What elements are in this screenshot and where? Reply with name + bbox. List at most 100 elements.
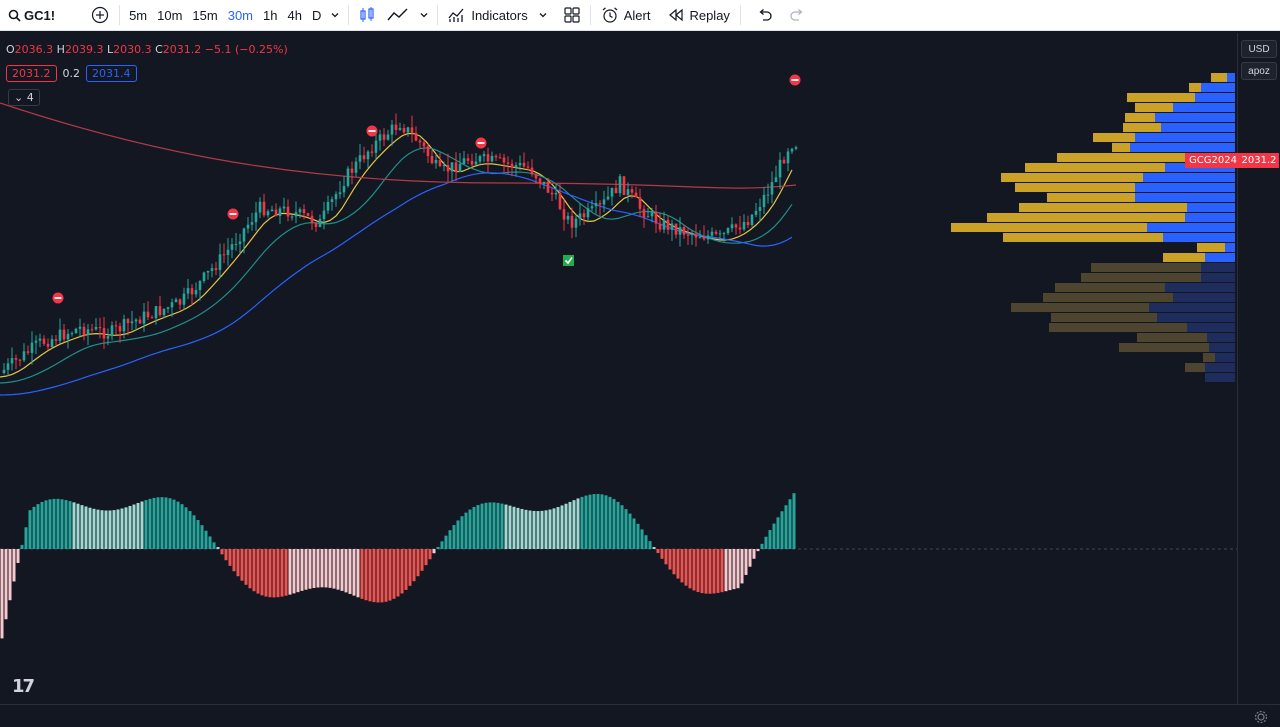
volume-profile-down-bar <box>1043 293 1173 302</box>
histogram-bar <box>492 502 496 549</box>
candle-body <box>298 209 302 213</box>
histogram-bar <box>612 499 616 549</box>
histogram-bar <box>320 549 324 588</box>
candle-body <box>34 340 38 343</box>
volume-profile-up-bar <box>1187 203 1235 212</box>
candle-body <box>758 207 762 211</box>
candle-body <box>446 165 450 172</box>
redo-button[interactable] <box>783 0 811 31</box>
candle-body <box>674 223 678 235</box>
indicator-value-3: 2031.4 <box>86 65 137 82</box>
candle-body <box>770 182 774 195</box>
histogram-bar <box>16 549 20 563</box>
layout-button[interactable] <box>558 0 586 31</box>
drawing-tools-button[interactable] <box>381 0 415 31</box>
candle-body <box>750 214 754 226</box>
histogram-bar <box>768 530 772 549</box>
candle-body <box>222 254 226 256</box>
indicators-dropdown[interactable] <box>534 0 552 31</box>
candle-body <box>6 363 10 370</box>
histogram-bar <box>720 549 724 593</box>
candle-body <box>82 326 86 336</box>
volume-profile-up-bar <box>1227 73 1235 82</box>
candle-body <box>330 199 334 203</box>
histogram-bar <box>728 549 732 591</box>
candle-body <box>434 160 438 164</box>
candle-body <box>342 186 346 193</box>
candle-body <box>754 210 758 215</box>
histogram-bar <box>692 549 696 591</box>
volume-profile-up-bar <box>1149 303 1235 312</box>
price-chart[interactable] <box>0 33 1237 705</box>
candle-body <box>542 181 546 184</box>
histogram-bar <box>732 549 736 590</box>
candle-body <box>362 155 366 160</box>
collapse-indicators-button[interactable]: ⌄ 4 <box>8 89 40 106</box>
interval-d[interactable]: D <box>307 0 326 31</box>
interval-1h[interactable]: 1h <box>258 0 282 31</box>
candle-body <box>150 317 154 319</box>
interval-15m[interactable]: 15m <box>187 0 222 31</box>
histogram-bar <box>708 549 712 594</box>
scale-mode-button[interactable]: apoz <box>1241 62 1277 80</box>
tradingview-logo[interactable]: 17 <box>12 676 35 697</box>
histogram-bar <box>484 502 488 549</box>
interval-4h[interactable]: 4h <box>282 0 306 31</box>
candle-body <box>38 338 42 341</box>
candle-body <box>554 192 558 195</box>
currency-button[interactable]: USD <box>1241 40 1277 58</box>
histogram-bar <box>168 498 172 549</box>
histogram-bar <box>432 549 436 554</box>
interval-10m[interactable]: 10m <box>152 0 187 31</box>
histogram-bar <box>776 517 780 549</box>
candle-body <box>430 155 434 164</box>
histogram-bar <box>276 549 280 598</box>
symbol-search[interactable]: GC1! <box>0 0 61 31</box>
volume-profile-down-bar <box>1127 93 1195 102</box>
candle-body <box>714 231 718 234</box>
candle-body <box>762 194 766 208</box>
chart-pane[interactable] <box>0 33 1237 705</box>
indicator-value-2: 0.2 <box>62 67 81 80</box>
indicators-button[interactable]: Indicators <box>442 0 533 31</box>
chart-type-button[interactable] <box>353 0 381 31</box>
price-scale[interactable] <box>1237 33 1280 705</box>
drawing-tools-dropdown[interactable] <box>415 0 433 31</box>
interval-5m[interactable]: 5m <box>124 0 152 31</box>
interval-30m[interactable]: 30m <box>223 0 258 31</box>
volume-profile-up-bar <box>1201 273 1235 282</box>
candle-body <box>522 162 526 167</box>
candle-body <box>46 343 50 347</box>
candle-body <box>410 127 414 133</box>
candle-body <box>102 328 106 339</box>
histogram-bar <box>80 505 84 549</box>
alert-button[interactable]: Alert <box>595 0 657 31</box>
histogram-bar <box>160 497 164 549</box>
histogram-bar <box>288 549 292 595</box>
volume-profile-down-bar <box>1091 263 1201 272</box>
histogram-bar <box>64 500 68 549</box>
compare-symbol-button[interactable] <box>85 0 115 31</box>
settings-gear-icon[interactable] <box>1254 710 1268 724</box>
candle-body <box>794 147 798 149</box>
histogram-bar <box>632 518 636 549</box>
candle-body <box>302 209 306 214</box>
histogram-bar <box>148 498 152 549</box>
histogram-bar <box>452 525 456 549</box>
toolbar-divider <box>589 5 591 25</box>
histogram-bar <box>716 549 720 593</box>
candle-body <box>766 194 770 196</box>
histogram-bar <box>220 549 224 555</box>
replay-button[interactable]: Replay <box>662 0 735 31</box>
histogram-bar <box>552 508 556 549</box>
candle-body <box>182 293 186 305</box>
undo-button[interactable] <box>751 0 779 31</box>
volume-profile-up-bar <box>1187 323 1235 332</box>
candle-body <box>354 161 358 173</box>
interval-dropdown[interactable] <box>326 0 344 31</box>
candle-body <box>290 216 294 218</box>
candle-body <box>118 326 122 332</box>
candle-body <box>218 254 222 271</box>
histogram-bar <box>208 536 212 549</box>
candle-body <box>402 128 406 133</box>
